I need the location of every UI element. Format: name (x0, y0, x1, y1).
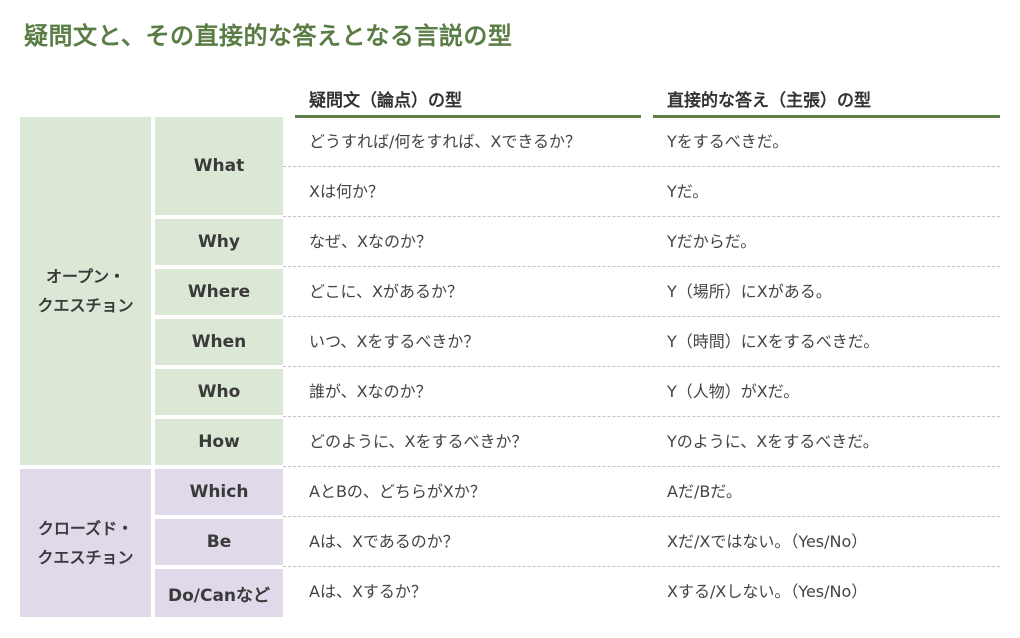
answer-cell: Xだ/Xではない。（Yes/No） (667, 532, 868, 551)
group-closed-question: クローズド・ クエスチョン (20, 469, 151, 617)
question-cell: どうすれば/何をすれば、Xできるか？ (309, 132, 582, 151)
question-cell: Aは、Xするか？ (309, 582, 427, 601)
answer-cell: Xする/Xしない。（Yes/No） (667, 582, 868, 601)
group-label-line1: クローズド・ (37, 519, 134, 538)
answer-cell: Yだ。 (667, 182, 709, 201)
group-open-question: オープン・ クエスチョン (20, 117, 151, 465)
answer-cell: Yのように、Xをするべきだ。 (667, 432, 879, 451)
group-label-line2: クエスチョン (37, 296, 134, 315)
type-when: When (155, 319, 283, 365)
table-row: 誰が、Xなのか？ Y（人物）がXだ。 (283, 367, 1000, 417)
answer-cell: Yだからだ。 (667, 232, 757, 251)
type-what: What (155, 117, 283, 215)
table-row: AとBの、どちらがXか？ Aだ/Bだ。 (283, 467, 1000, 517)
type-why: Why (155, 219, 283, 265)
table-row: どのように、Xをするべきか？ Yのように、Xをするべきだ。 (283, 417, 1000, 467)
question-cell: 誰が、Xなのか？ (309, 382, 432, 401)
question-cell: Aは、Xであるのか？ (309, 532, 459, 551)
table-row: どうすれば/何をすれば、Xできるか？ Yをするべきだ。 (283, 117, 1000, 167)
question-cell: なぜ、Xなのか？ (309, 232, 432, 251)
header-question-type: 疑問文（論点）の型 (295, 88, 641, 118)
type-where: Where (155, 269, 283, 315)
question-cell: どこに、Xがあるか？ (309, 282, 464, 301)
table-row: いつ、Xをするべきか？ Y（時間）にXをするべきだ。 (283, 317, 1000, 367)
type-be: Be (155, 519, 283, 565)
type-do-can: Do/Canなど (155, 569, 283, 617)
table-row: Aは、Xであるのか？ Xだ/Xではない。（Yes/No） (283, 517, 1000, 567)
type-who: Who (155, 369, 283, 415)
question-cell: いつ、Xをするべきか？ (309, 332, 480, 351)
question-cell: どのように、Xをするべきか？ (309, 432, 528, 451)
table-row: Aは、Xするか？ Xする/Xしない。（Yes/No） (283, 567, 1000, 617)
page-title: 疑問文と、その直接的な答えとなる言説の型 (24, 22, 513, 50)
group-label-line2: クエスチョン (37, 548, 134, 567)
type-how: How (155, 419, 283, 465)
table-row: どこに、Xがあるか？ Y（場所）にXがある。 (283, 267, 1000, 317)
question-cell: AとBの、どちらがXか？ (309, 482, 486, 501)
answer-cell: Y（人物）がXだ。 (667, 382, 800, 401)
type-which: Which (155, 469, 283, 515)
table-row: なぜ、Xなのか？ Yだからだ。 (283, 217, 1000, 267)
answer-cell: Aだ/Bだ。 (667, 482, 742, 501)
group-label-line1: オープン・ (45, 267, 126, 286)
answer-cell: Y（場所）にXがある。 (667, 282, 832, 301)
header-answer-type: 直接的な答え（主張）の型 (653, 88, 1000, 118)
answer-cell: Yをするべきだ。 (667, 132, 789, 151)
answer-cell: Y（時間）にXをするべきだ。 (667, 332, 880, 351)
table-row: Xは何か？ Yだ。 (283, 167, 1000, 217)
question-cell: Xは何か？ (309, 182, 384, 201)
